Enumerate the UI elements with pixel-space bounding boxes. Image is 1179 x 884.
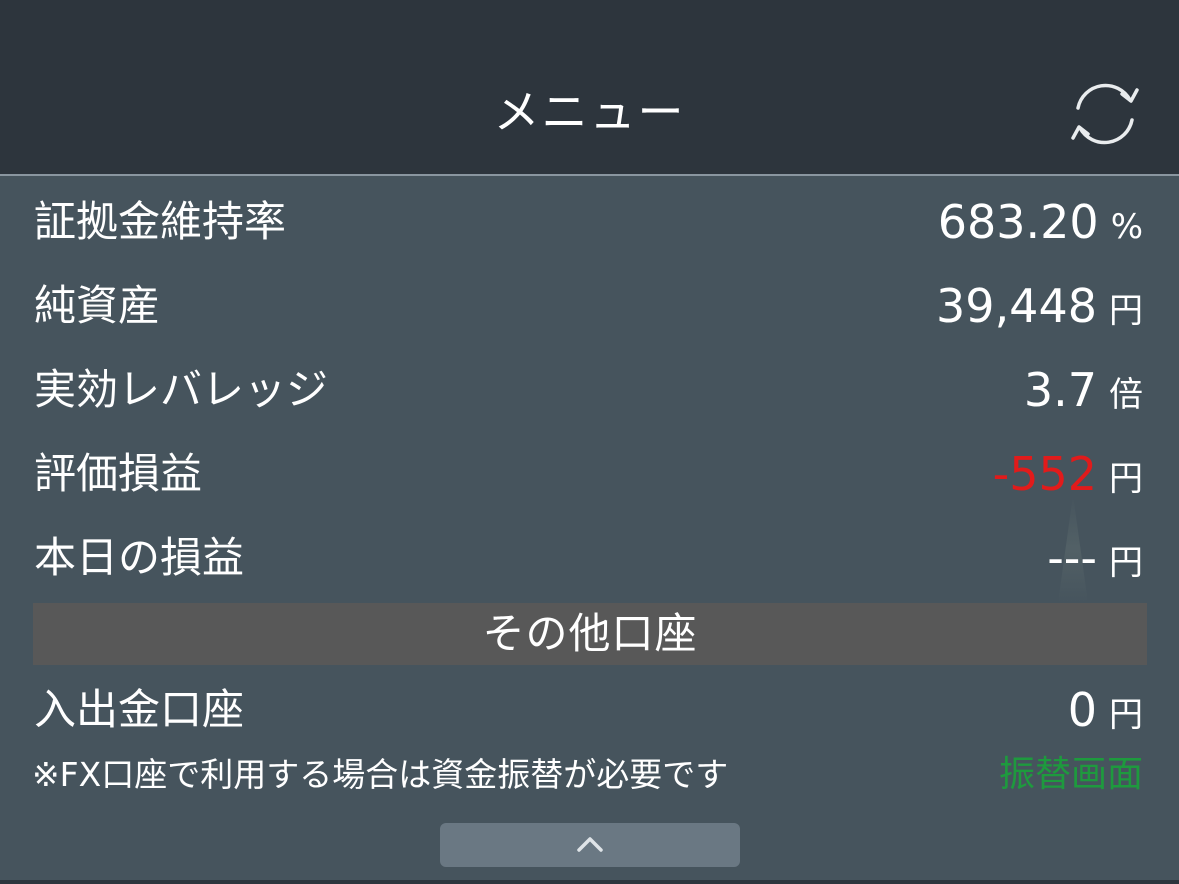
net-assets-label: 純資産 [34,281,161,330]
deposit-account-unit: 円 [1109,695,1143,735]
effective-leverage-value: 3.7 倍 [1024,348,1143,437]
margin-ratio-unit: % [1110,207,1143,247]
unrealized-pl-label: 評価損益 [34,449,203,498]
margin-ratio-number: 683.20 [937,195,1099,249]
effective-leverage-number: 3.7 [1023,363,1097,417]
today-pl-number: --- [1047,531,1097,585]
effective-leverage-label: 実効レバレッジ [34,365,329,414]
margin-ratio-row: 証拠金維持率 683.20 % [0,180,1179,264]
page-title: メニュー [493,85,686,139]
unrealized-pl-unit: 円 [1109,459,1143,499]
header-bar: メニュー [0,0,1179,176]
unrealized-pl-value: -552 円 [993,432,1143,521]
unrealized-pl-number: -552 [992,447,1097,501]
deposit-account-value: 0 円 [1068,668,1143,757]
net-assets-number: 39,448 [936,279,1097,333]
today-pl-label: 本日の損益 [34,533,245,582]
effective-leverage-unit: 倍 [1109,375,1143,415]
transfer-screen-link[interactable]: 振替画面 [999,750,1143,800]
today-pl-unit: 円 [1109,543,1143,583]
today-pl-row: 本日の損益 --- 円 [0,516,1179,600]
net-assets-unit: 円 [1109,291,1143,331]
refresh-button[interactable] [1064,76,1146,152]
bottom-divider [0,880,1179,884]
net-assets-value: 39,448 円 [936,264,1143,353]
collapse-button[interactable] [440,823,740,867]
transfer-note: ※FX口座で利用する場合は資金振替が必要です [32,755,729,794]
refresh-icon [1071,83,1139,145]
chevron-up-icon [577,837,603,852]
other-accounts-section-header: その他口座 [33,603,1147,665]
deposit-account-label: 入出金口座 [34,685,245,734]
deposit-account-row: 入出金口座 0 円 [0,668,1179,752]
unrealized-pl-row: 評価損益 -552 円 [0,432,1179,516]
deposit-account-number: 0 [1067,683,1097,737]
net-assets-row: 純資産 39,448 円 [0,264,1179,348]
effective-leverage-row: 実効レバレッジ 3.7 倍 [0,348,1179,432]
margin-ratio-value: 683.20 % [938,180,1143,269]
today-pl-value: --- 円 [1047,516,1143,605]
margin-ratio-label: 証拠金維持率 [34,197,287,246]
